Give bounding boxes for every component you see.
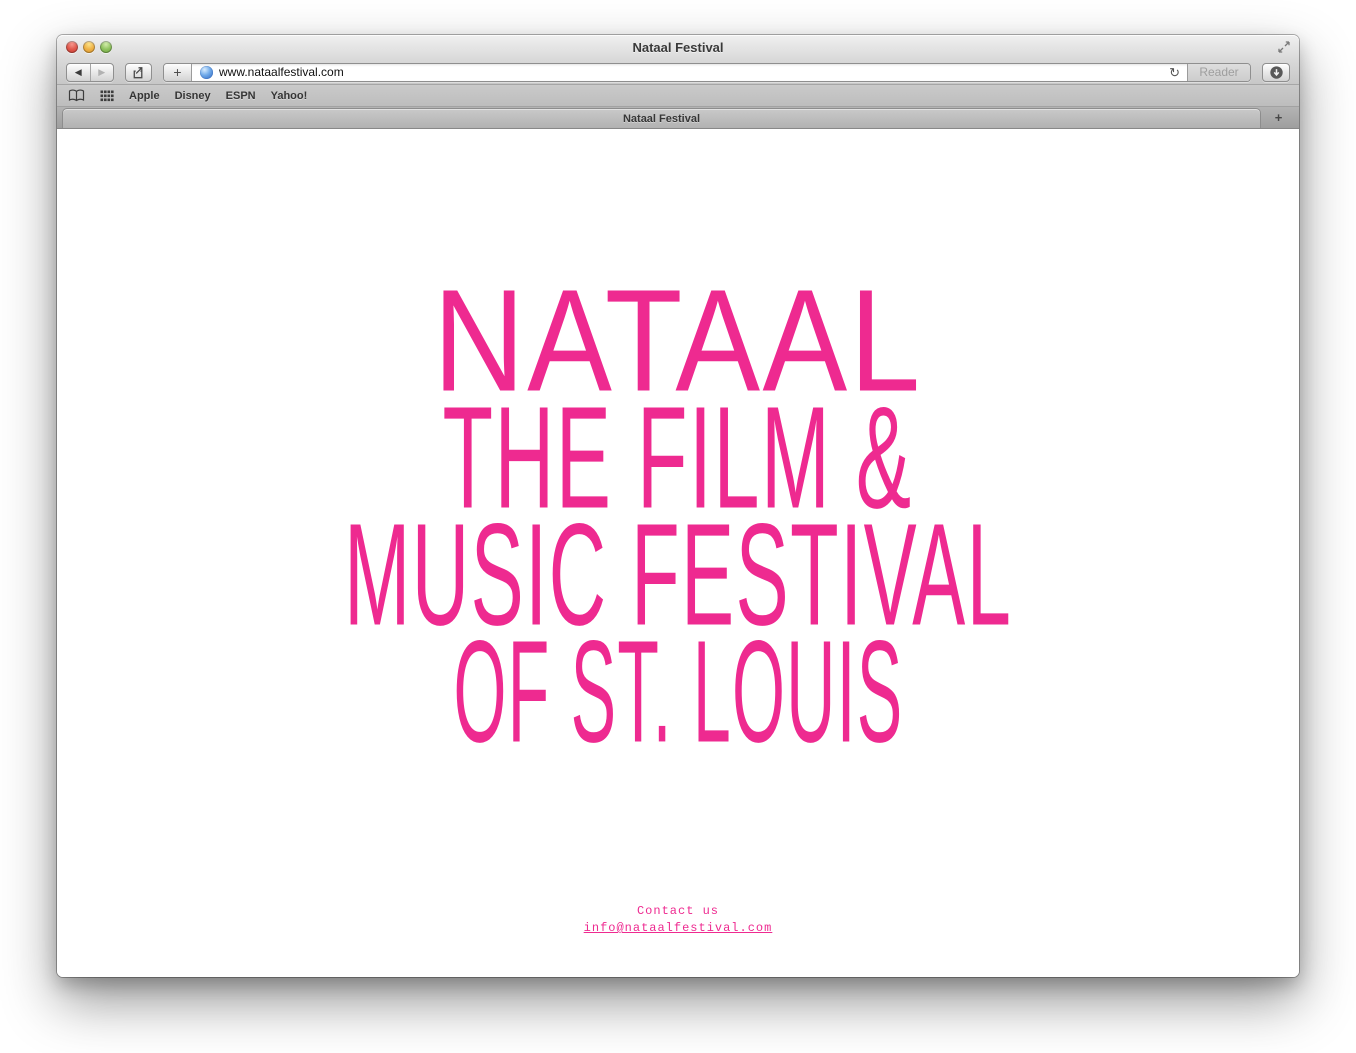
title-bar[interactable]: Nataal Festival [57, 35, 1299, 60]
tab-title: Nataal Festival [623, 113, 700, 125]
bookmark-item-yahoo[interactable]: Yahoo! [271, 90, 308, 102]
tab-nataal-festival[interactable]: Nataal Festival [62, 108, 1261, 128]
minimize-button[interactable] [83, 41, 95, 53]
reload-icon[interactable]: ↻ [1169, 66, 1180, 79]
bookmarks-book-icon[interactable] [68, 89, 85, 102]
url-input[interactable]: www.nataalfestival.com [219, 65, 1162, 79]
web-page-content: NATAAL THE FILM & MUSIC FESTIVAL OF ST. … [57, 129, 1299, 977]
contact-label: Contact us [57, 903, 1299, 920]
tab-bar: Nataal Festival + [57, 107, 1299, 129]
contact-email-link[interactable]: info@nataalfestival.com [584, 921, 773, 935]
top-sites-grid-icon[interactable] [100, 90, 114, 102]
nav-buttons: ◀ ▶ [66, 63, 114, 82]
bookmarks-bar: Apple Disney ESPN Yahoo! [57, 85, 1299, 107]
share-button[interactable] [125, 63, 152, 82]
contact-section: Contact us info@nataalfestival.com [57, 903, 1299, 937]
globe-favicon-icon [200, 66, 213, 79]
fullscreen-icon[interactable] [1277, 40, 1291, 54]
bookmark-item-espn[interactable]: ESPN [226, 90, 256, 102]
close-button[interactable] [66, 41, 78, 53]
new-tab-button[interactable]: + [1266, 108, 1291, 128]
toolbar: ◀ ▶ + www.nataalfestival.com ↻ Reader [57, 60, 1299, 85]
reader-button[interactable]: Reader [1187, 64, 1250, 81]
forward-button[interactable]: ▶ [90, 64, 114, 81]
share-icon [131, 65, 146, 80]
back-button[interactable]: ◀ [67, 64, 90, 81]
traffic-lights [66, 41, 112, 53]
bookmark-item-apple[interactable]: Apple [129, 90, 160, 102]
zoom-button[interactable] [100, 41, 112, 53]
safari-window: Nataal Festival ◀ ▶ + www.n [57, 35, 1299, 977]
wordmark-line-4: OF ST. LOUIS [453, 620, 903, 765]
address-bar[interactable]: + www.nataalfestival.com ↻ Reader [163, 63, 1251, 82]
window-title: Nataal Festival [632, 40, 723, 55]
download-icon [1269, 65, 1284, 80]
bookmark-item-disney[interactable]: Disney [175, 90, 211, 102]
add-bookmark-button[interactable]: + [164, 64, 192, 81]
downloads-button[interactable] [1262, 63, 1290, 82]
nataal-wordmark: NATAAL THE FILM & MUSIC FESTIVAL OF ST. … [57, 129, 1299, 737]
